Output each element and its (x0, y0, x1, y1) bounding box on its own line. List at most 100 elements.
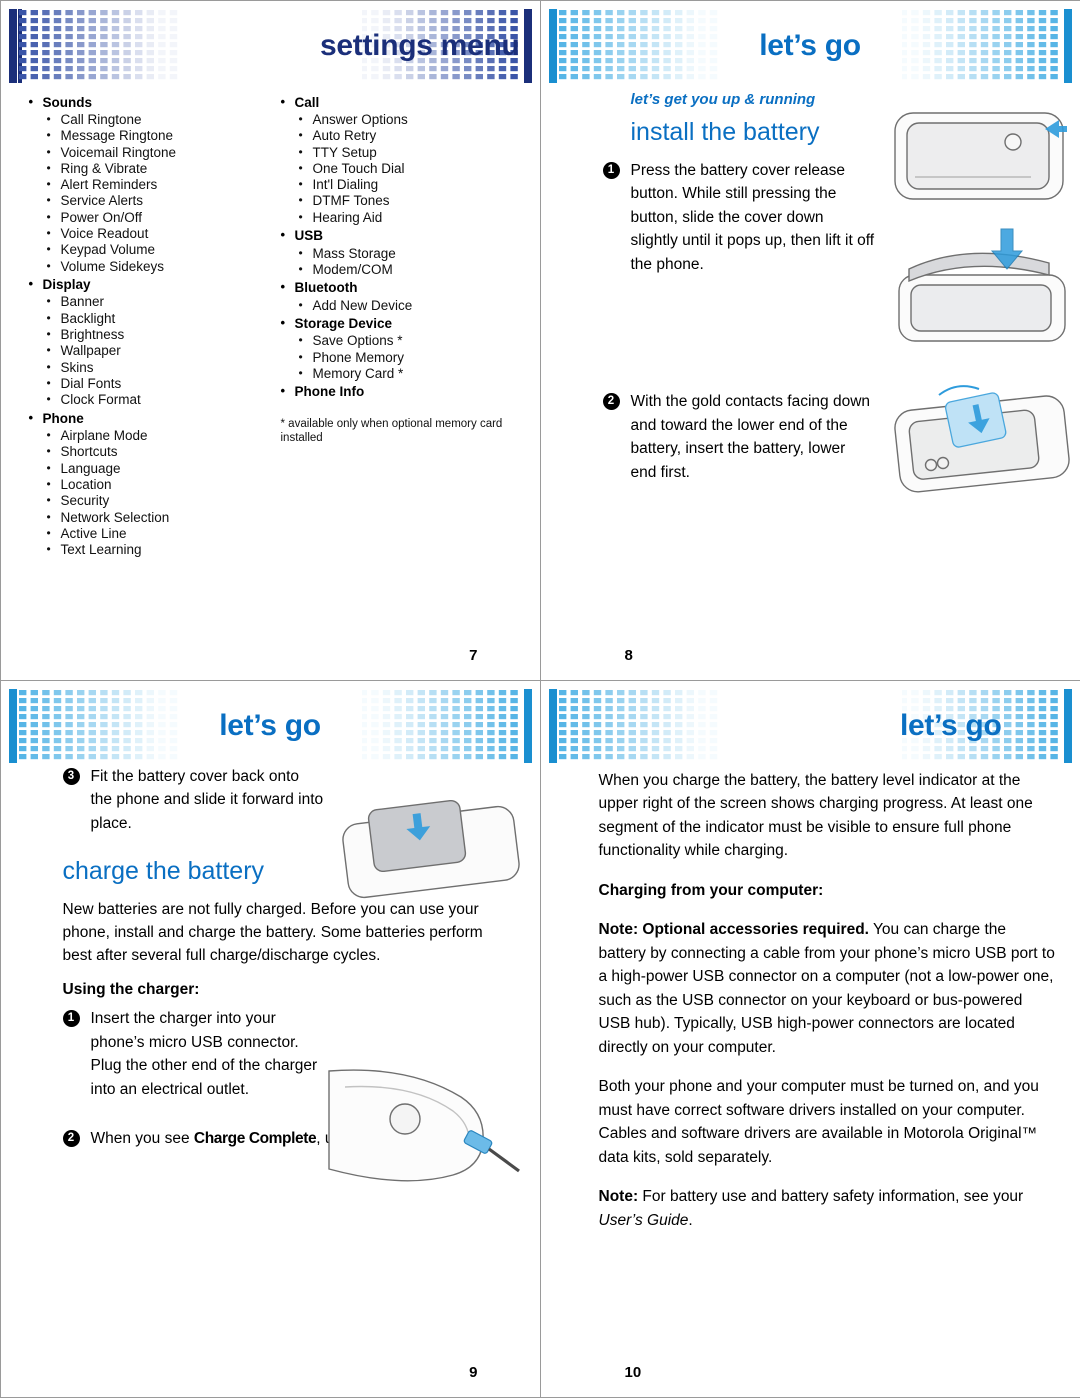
menu-item-list: Save Options * Phone Memory Memory Card … (277, 333, 517, 382)
menu-group-phone-info: Phone Info (277, 384, 517, 401)
phone-illustration-refit-cover (331, 789, 531, 899)
list-item: Add New Device (313, 298, 517, 314)
decorative-dot-grid-left (9, 9, 179, 83)
menu-group-title: Bluetooth (277, 280, 517, 297)
list-item: Wallpaper (61, 343, 271, 359)
page-number: 8 (625, 647, 633, 664)
paragraph-text: Both your phone and your computer must b… (599, 1078, 1039, 1166)
menu-group-title: Sounds (25, 95, 271, 112)
list-item: Int'l Dialing (313, 177, 517, 193)
step-text: With the gold contacts facing down and t… (631, 393, 871, 481)
settings-column-left: Sounds Call Ringtone Message Ringtone Vo… (25, 95, 271, 561)
instruction-step-2: 2 With the gold contacts facing down and… (565, 390, 875, 484)
menu-group-usb: USB Mass Storage Modem/COM (277, 228, 517, 278)
list-item: Skins (61, 360, 271, 376)
subheading-charging-from-computer: Charging from your computer: (599, 879, 1058, 903)
settings-menu-columns: Sounds Call Ringtone Message Ringtone Vo… (1, 83, 540, 561)
list-item: Brightness (61, 327, 271, 343)
decorative-dot-grid-right (902, 9, 1072, 83)
list-item: Call Ringtone (61, 112, 271, 128)
menu-group-call: Call Answer Options Auto Retry TTY Setup… (277, 95, 517, 227)
intro-paragraph: New batteries are not fully charged. Bef… (25, 898, 524, 967)
instruction-step-1: 1 Press the battery cover release button… (565, 159, 875, 277)
menu-group-title: Storage Device (277, 316, 517, 333)
list-item: Volume Sidekeys (61, 259, 271, 275)
paragraph-safety-note: Note: For battery use and battery safety… (599, 1185, 1058, 1232)
step-number-badge: 3 (63, 768, 80, 785)
menu-group-title: Call (277, 95, 517, 112)
page-title: let’s go (219, 709, 321, 743)
decorative-dot-grid-left (549, 9, 719, 83)
menu-group-title: Phone Info (277, 384, 517, 401)
menu-group-bluetooth: Bluetooth Add New Device (277, 280, 517, 314)
menu-item-list: Answer Options Auto Retry TTY Setup One … (277, 112, 517, 226)
list-item: Backlight (61, 311, 271, 327)
page-title: let’s go (759, 29, 861, 63)
list-item: Save Options * (313, 333, 517, 349)
menu-item-list: Banner Backlight Brightness Wallpaper Sk… (25, 294, 271, 408)
list-item: Memory Card * (313, 366, 517, 382)
list-item: Power On/Off (61, 210, 271, 226)
list-item: Dial Fonts (61, 376, 271, 392)
phone-illustration-cover-release (881, 99, 1076, 214)
paragraph-accessories-note: Note: Optional accessories required. You… (599, 918, 1058, 1059)
step-number-badge: 2 (603, 393, 620, 410)
list-item: Text Learning (61, 542, 271, 558)
decorative-dot-grid-left (9, 689, 179, 763)
menu-group-title: Display (25, 277, 271, 294)
page-header-banner: let’s go (9, 689, 532, 763)
list-item: Answer Options (313, 112, 517, 128)
paragraph-drivers: Both your phone and your computer must b… (599, 1075, 1058, 1169)
phone-illustration-charger-connect (319, 1057, 534, 1197)
step-text: Insert the charger into your phone’s mic… (91, 1010, 318, 1098)
list-item: Keypad Volume (61, 242, 271, 258)
list-item: Service Alerts (61, 193, 271, 209)
page-charge-battery: let’s go 3 Fit the battery cover back on… (0, 680, 541, 1398)
step-text: Press the battery cover release button. … (631, 162, 875, 273)
instruction-charger-step-1: 1 Insert the charger into your phone’s m… (25, 1007, 325, 1101)
step-number-badge: 1 (603, 162, 620, 179)
list-item: Banner (61, 294, 271, 310)
menu-group-title: Phone (25, 411, 271, 428)
menu-item-list: Add New Device (277, 298, 517, 314)
decorative-dot-grid-left (549, 689, 719, 763)
menu-item-list: Airplane Mode Shortcuts Language Locatio… (25, 428, 271, 558)
step-number-badge: 2 (63, 1130, 80, 1147)
page-header-banner: let’s go (549, 9, 1072, 83)
page-header-banner: settings menu (9, 9, 532, 83)
page-number: 7 (469, 647, 477, 664)
menu-group-storage-device: Storage Device Save Options * Phone Memo… (277, 316, 517, 382)
manual-sheet: settings menu Sounds Call Ringtone Messa… (0, 0, 1080, 1397)
phone-illustration-lift-cover (881, 219, 1076, 354)
list-item: Voice Readout (61, 226, 271, 242)
page-settings-menu: settings menu Sounds Call Ringtone Messa… (0, 0, 541, 681)
list-item: Airplane Mode (61, 428, 271, 444)
menu-group-sounds: Sounds Call Ringtone Message Ringtone Vo… (25, 95, 271, 275)
charge-complete-emphasis: Charge Complete (194, 1130, 316, 1147)
paragraph-charging-indicator: When you charge the battery, the battery… (599, 769, 1058, 863)
page-charging-info: let’s go When you charge the battery, th… (540, 680, 1080, 1398)
subheading-using-charger: Using the charger: (25, 981, 524, 999)
list-item: One Touch Dial (313, 161, 517, 177)
list-item: Phone Memory (313, 350, 517, 366)
list-item: Network Selection (61, 510, 271, 526)
memory-card-footnote: * available only when optional memory ca… (277, 417, 517, 445)
note-rest: You can charge the battery by connecting… (599, 921, 1055, 1056)
menu-group-title: USB (277, 228, 517, 245)
menu-item-list: Call Ringtone Message Ringtone Voicemail… (25, 112, 271, 275)
step-text-prefix: When you see (91, 1130, 194, 1147)
menu-group-display: Display Banner Backlight Brightness Wall… (25, 277, 271, 409)
list-item: Clock Format (61, 392, 271, 408)
list-item: Security (61, 493, 271, 509)
page-number: 9 (469, 1364, 477, 1381)
page-install-battery: let’s go let’s get you up & running inst… (540, 0, 1080, 681)
list-item: Modem/COM (313, 262, 517, 278)
page-header-banner: let’s go (549, 689, 1072, 763)
menu-item-list: Mass Storage Modem/COM (277, 246, 517, 279)
list-item: Auto Retry (313, 128, 517, 144)
list-item: TTY Setup (313, 145, 517, 161)
menu-group-phone: Phone Airplane Mode Shortcuts Language L… (25, 411, 271, 559)
users-guide-reference: User’s Guide (599, 1212, 689, 1229)
note-bold-lead: Note: (599, 1188, 639, 1205)
page-title: settings menu (320, 29, 519, 63)
